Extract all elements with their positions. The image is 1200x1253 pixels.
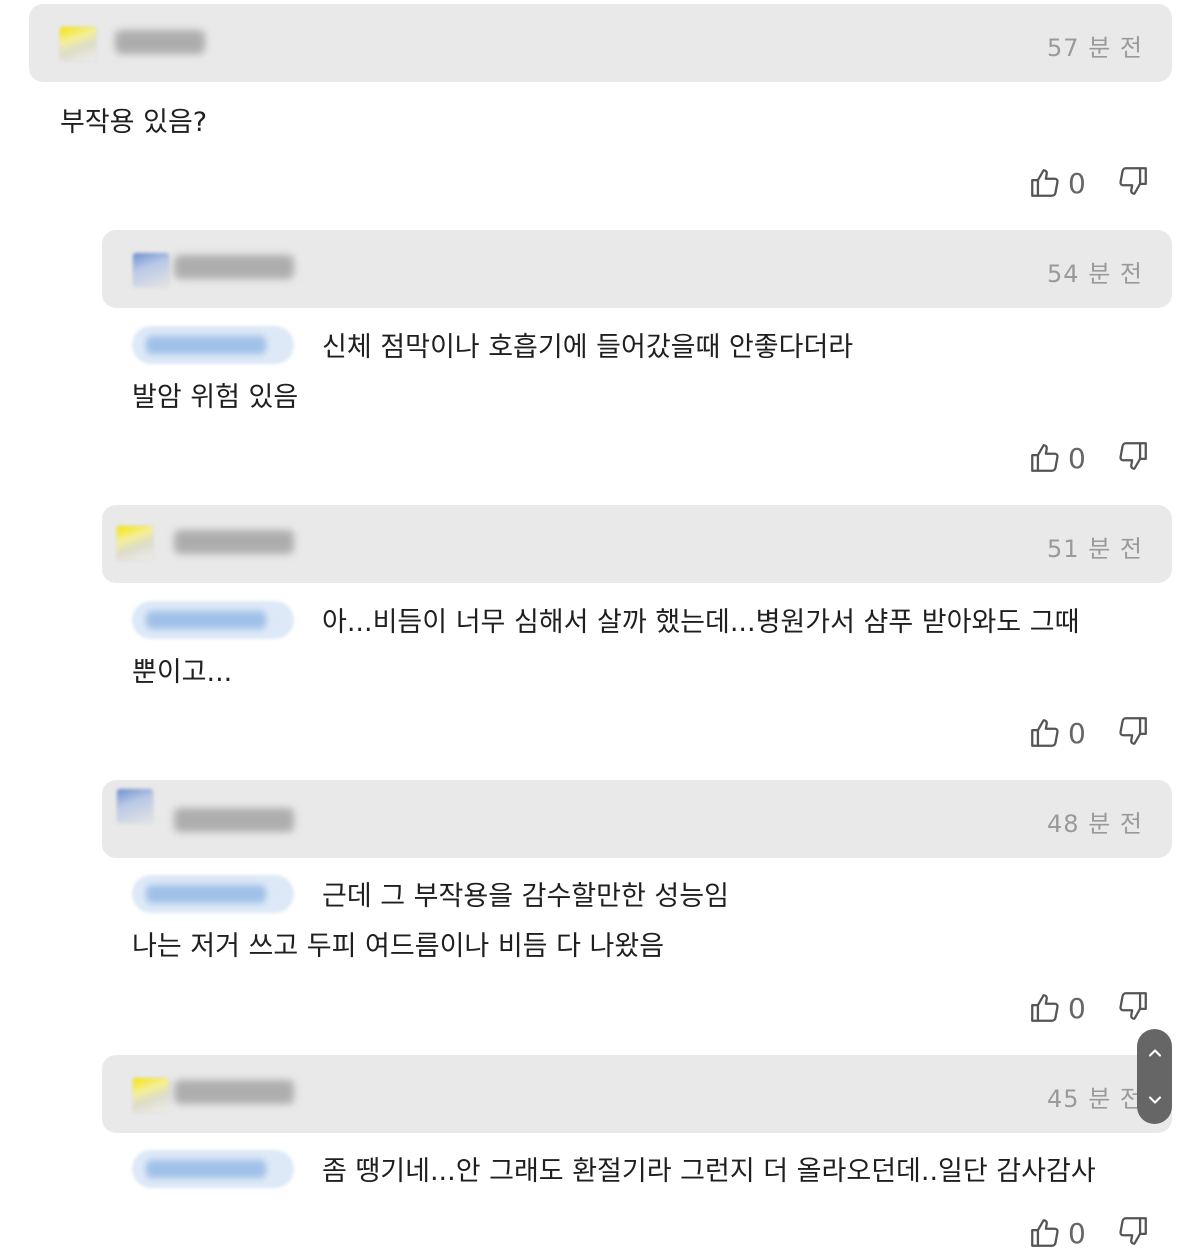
like-button[interactable]: 0	[1028, 441, 1096, 475]
like-button[interactable]: 0	[1028, 166, 1096, 200]
thumbs-down-icon	[1119, 717, 1147, 745]
reply-text: 근데 그 부작용을 감수할만한 성능임 나는 저거 쓰고 두피 여드름이나 비듬…	[132, 872, 1152, 972]
thumbs-up-icon	[1031, 994, 1059, 1022]
chevron-up-icon[interactable]	[1145, 1043, 1165, 1063]
thumbs-up-icon	[1031, 169, 1059, 197]
thumbs-up-icon	[1031, 719, 1059, 747]
comment-time: 57 분 전	[1047, 34, 1143, 62]
comment-time: 48 분 전	[1047, 810, 1143, 838]
avatar[interactable]	[116, 788, 154, 824]
dislike-button[interactable]	[1116, 989, 1150, 1027]
dislike-button[interactable]	[1116, 714, 1150, 752]
avatar[interactable]	[59, 26, 97, 62]
comment-time: 45 분 전	[1047, 1085, 1143, 1113]
thumbs-down-icon	[1119, 992, 1147, 1020]
username-blurred[interactable]	[174, 1080, 294, 1104]
thumbs-up-icon	[1031, 444, 1059, 472]
like-button[interactable]: 0	[1028, 1216, 1096, 1250]
comment-text: 부작용 있음?	[60, 107, 208, 138]
username-blurred[interactable]	[174, 530, 294, 554]
like-count: 0	[1068, 991, 1086, 1025]
avatar[interactable]	[116, 525, 154, 561]
comment-actions: 0	[1028, 438, 1150, 478]
thumbs-down-icon	[1119, 1217, 1147, 1245]
comment-actions: 0	[1028, 163, 1150, 203]
avatar[interactable]	[132, 1077, 170, 1113]
username-blurred[interactable]	[174, 255, 294, 279]
like-count: 0	[1068, 441, 1086, 475]
reply-header: 45 분 전	[102, 1055, 1172, 1133]
comment-actions: 0	[1028, 713, 1150, 753]
avatar[interactable]	[132, 252, 170, 288]
reply-header: 48 분 전	[102, 780, 1172, 858]
dislike-button[interactable]	[1116, 439, 1150, 477]
like-button[interactable]: 0	[1028, 716, 1096, 750]
mention-tag-blurred[interactable]	[132, 325, 294, 364]
dislike-button[interactable]	[1116, 1214, 1150, 1252]
reply-header: 51 분 전	[102, 505, 1172, 583]
mention-tag-blurred[interactable]	[132, 600, 294, 639]
reply-text: 아...비듬이 너무 심해서 살까 했는데...병원가서 샴푸 받아와도 그때 …	[132, 598, 1172, 698]
scroll-navigator	[1137, 1029, 1172, 1124]
thumbs-down-icon	[1119, 442, 1147, 470]
thumbs-up-icon	[1031, 1219, 1059, 1247]
like-count: 0	[1068, 1216, 1086, 1250]
chevron-down-icon[interactable]	[1145, 1090, 1165, 1110]
comment-header: 57 분 전	[29, 4, 1172, 82]
dislike-button[interactable]	[1116, 164, 1150, 202]
reply-text: 좀 땡기네...안 그래도 환절기라 그런지 더 올라오던데..일단 감사감사	[132, 1147, 1182, 1197]
like-count: 0	[1068, 716, 1086, 750]
like-button[interactable]: 0	[1028, 991, 1096, 1025]
username-blurred[interactable]	[115, 30, 205, 54]
comment-actions: 0	[1028, 988, 1150, 1028]
comment-time: 51 분 전	[1047, 535, 1143, 563]
comment-time: 54 분 전	[1047, 260, 1143, 288]
reply-text: 신체 점막이나 호흡기에 들어갔을때 안좋다더라 발암 위험 있음	[132, 323, 1152, 423]
like-count: 0	[1068, 166, 1086, 200]
reply-header: 54 분 전	[102, 230, 1172, 308]
username-blurred[interactable]	[174, 808, 294, 832]
comment-actions: 0	[1028, 1213, 1150, 1253]
mention-tag-blurred[interactable]	[132, 874, 294, 913]
thumbs-down-icon	[1119, 167, 1147, 195]
mention-tag-blurred[interactable]	[132, 1149, 294, 1188]
